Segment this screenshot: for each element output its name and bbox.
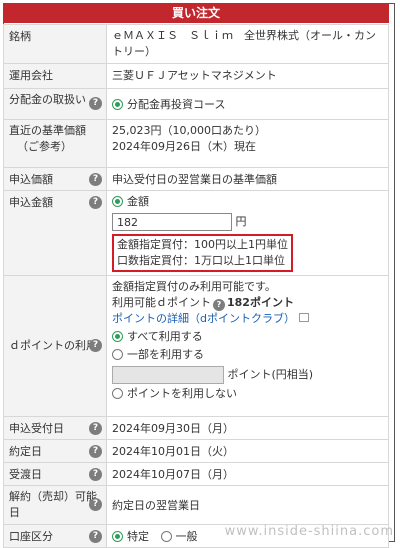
question-circle-icon[interactable]: ? bbox=[89, 422, 102, 435]
label-account: 口座区分 ? bbox=[4, 525, 107, 548]
question-circle-icon[interactable]: ? bbox=[89, 468, 102, 481]
panel-title: 買い注文 bbox=[3, 3, 389, 23]
nav-value: 25,023円（10,000口あたり） 2024年09月26日（木）現在 bbox=[107, 120, 389, 168]
cancel-value: 約定日の翌営業日 bbox=[107, 486, 389, 525]
row-cancel: 解約（売却）可能日 ? 約定日の翌営業日 bbox=[4, 486, 389, 525]
question-circle-icon[interactable]: ? bbox=[89, 173, 102, 186]
question-circle-icon[interactable]: ? bbox=[213, 299, 225, 311]
label-dpoint: ｄポイントの利用 ? bbox=[4, 276, 107, 417]
label-contract-date: 約定日 ? bbox=[4, 440, 107, 463]
label-amount: 申込金額 ? bbox=[4, 191, 107, 276]
amount-notes-highlight: 金額指定買付：100円以上1円単位 口数指定買付：1万口以上1口単位 bbox=[112, 234, 293, 272]
dpoint-part-radio[interactable] bbox=[112, 349, 123, 360]
question-circle-icon[interactable]: ? bbox=[89, 97, 102, 110]
label-delivery-date: 受渡日 ? bbox=[4, 463, 107, 486]
dpoint-amount-input[interactable] bbox=[112, 366, 224, 384]
company-name: 三菱ＵＦＪアセットマネジメント bbox=[107, 64, 389, 89]
row-nav: 直近の基準価額 （ご参考） 25,023円（10,000口あたり） 2024年0… bbox=[4, 120, 389, 168]
distribution-radio[interactable] bbox=[112, 99, 123, 110]
label-cancel: 解約（売却）可能日 ? bbox=[4, 486, 107, 525]
label-order-price: 申込価額 ? bbox=[4, 168, 107, 191]
row-contract-date: 約定日 ? 2024年10月01日（火） bbox=[4, 440, 389, 463]
delivery-date-value: 2024年10月07日（月） bbox=[107, 463, 389, 486]
amount-input[interactable]: 182 bbox=[112, 213, 232, 231]
question-circle-icon[interactable]: ? bbox=[89, 339, 102, 352]
label-accept-date: 申込受付日 ? bbox=[4, 417, 107, 440]
label-distribution: 分配金の取扱い ? bbox=[4, 89, 107, 120]
account-specific-radio[interactable] bbox=[112, 531, 123, 542]
label-nav: 直近の基準価額 （ご参考） bbox=[4, 120, 107, 168]
row-accept-date: 申込受付日 ? 2024年09月30日（月） bbox=[4, 417, 389, 440]
row-distribution: 分配金の取扱い ? 分配金再投資コース bbox=[4, 89, 389, 120]
order-price-value: 申込受付日の翌営業日の基準価額 bbox=[107, 168, 389, 191]
distribution-value: 分配金再投資コース bbox=[107, 89, 389, 120]
row-order-price: 申込価額 ? 申込受付日の翌営業日の基準価額 bbox=[4, 168, 389, 191]
external-link-icon bbox=[299, 313, 309, 322]
fund-name: ｅＭＡＸＩＳ Ｓｌｉｍ 全世界株式（オール・カントリー） bbox=[107, 25, 389, 64]
row-company: 運用会社 三菱ＵＦＪアセットマネジメント bbox=[4, 64, 389, 89]
dpoint-all-radio[interactable] bbox=[112, 331, 123, 342]
row-delivery-date: 受渡日 ? 2024年10月07日（月） bbox=[4, 463, 389, 486]
account-general-radio[interactable] bbox=[161, 531, 172, 542]
question-circle-icon[interactable]: ? bbox=[89, 196, 102, 209]
dpoint-detail-link[interactable]: ポイントの詳細（dポイントクラブ） bbox=[112, 312, 295, 325]
row-amount: 申込金額 ? 金額 182 円 金額指定買付：100円以上1円単位 口数指定買付… bbox=[4, 191, 389, 276]
accept-date-value: 2024年09月30日（月） bbox=[107, 417, 389, 440]
dpoint-value: 金額指定買付のみ利用可能です。 利用可能ｄポイント?182ポイント ポイントの詳… bbox=[107, 276, 389, 417]
question-circle-icon[interactable]: ? bbox=[89, 530, 102, 543]
order-form: 銘柄 ｅＭＡＸＩＳ Ｓｌｉｍ 全世界株式（オール・カントリー） 運用会社 三菱Ｕ… bbox=[3, 24, 389, 548]
amount-value: 金額 182 円 金額指定買付：100円以上1円単位 口数指定買付：1万口以上1… bbox=[107, 191, 389, 276]
watermark: www.inside-shiina.com bbox=[225, 524, 394, 539]
row-fund: 銘柄 ｅＭＡＸＩＳ Ｓｌｉｍ 全世界株式（オール・カントリー） bbox=[4, 25, 389, 64]
dpoint-none-radio[interactable] bbox=[112, 388, 123, 399]
label-fund: 銘柄 bbox=[4, 25, 107, 64]
question-circle-icon[interactable]: ? bbox=[89, 498, 102, 511]
row-dpoint: ｄポイントの利用 ? 金額指定買付のみ利用可能です。 利用可能ｄポイント?182… bbox=[4, 276, 389, 417]
amount-mode-radio[interactable] bbox=[112, 196, 123, 207]
contract-date-value: 2024年10月01日（火） bbox=[107, 440, 389, 463]
label-company: 運用会社 bbox=[4, 64, 107, 89]
question-circle-icon[interactable]: ? bbox=[89, 445, 102, 458]
